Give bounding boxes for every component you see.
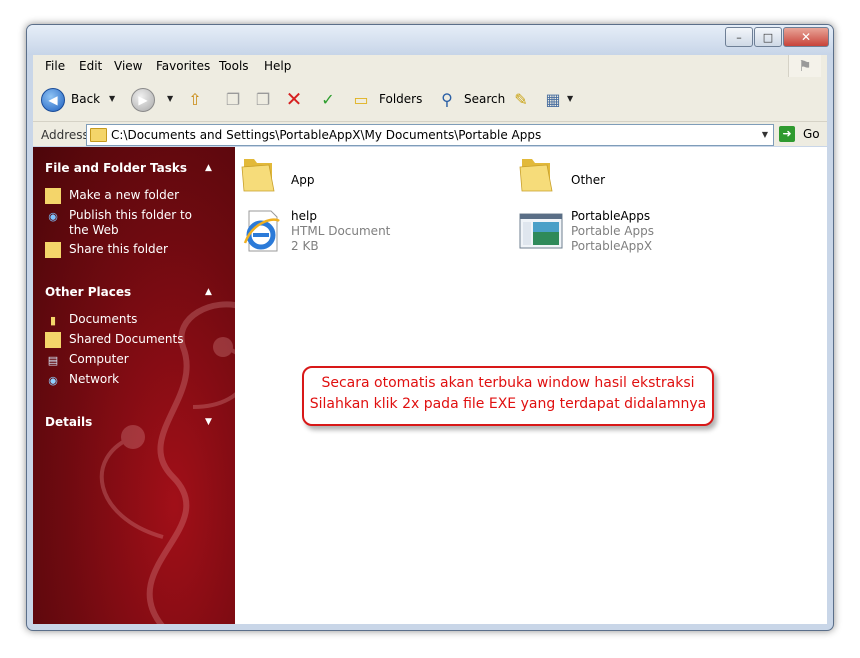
task-share-folder[interactable]: Share this folder bbox=[45, 242, 209, 258]
go-label: Go bbox=[803, 127, 820, 141]
file-description: Portable Apps bbox=[571, 224, 654, 238]
task-pane: File and Folder Tasks ▲ Make a new folde… bbox=[33, 147, 235, 624]
menu-edit[interactable]: Edit bbox=[79, 59, 102, 73]
delete-icon[interactable]: ✕ bbox=[284, 87, 304, 111]
go-arrow-icon: ➜ bbox=[779, 126, 795, 142]
folder-icon bbox=[519, 159, 553, 192]
title-bar[interactable]: – □ ✕ bbox=[27, 25, 833, 55]
menu-view[interactable]: View bbox=[114, 59, 142, 73]
copy-to-icon[interactable]: ❐ bbox=[253, 89, 273, 109]
views-icon[interactable]: ▦ bbox=[543, 89, 563, 109]
folders-button[interactable]: Folders bbox=[379, 92, 422, 106]
forward-dropdown-icon[interactable]: ▼ bbox=[167, 94, 173, 103]
minimize-icon: – bbox=[736, 30, 742, 44]
up-folder-icon[interactable]: ⇧ bbox=[185, 89, 205, 109]
file-company: PortableAppX bbox=[571, 239, 653, 253]
task-label: Make a new folder bbox=[69, 188, 180, 202]
menu-file[interactable]: File bbox=[45, 59, 65, 73]
address-dropdown-icon[interactable]: ▼ bbox=[757, 125, 773, 145]
menu-help[interactable]: Help bbox=[264, 59, 291, 73]
collapse-chevron-icon[interactable]: ▲ bbox=[205, 163, 212, 173]
file-name: App bbox=[291, 173, 315, 187]
shared-documents-icon bbox=[45, 332, 61, 348]
close-icon: ✕ bbox=[800, 30, 812, 44]
explorer-window: – □ ✕ File Edit View Favorites Tools Hel… bbox=[26, 24, 834, 631]
file-item-help[interactable]: help HTML Document 2 KB bbox=[241, 207, 441, 259]
search-icon[interactable]: ⚲ bbox=[437, 89, 457, 109]
folders-icon[interactable]: ▭ bbox=[351, 89, 371, 109]
annotation-callout: Secara otomatis akan terbuka window hasi… bbox=[302, 366, 714, 426]
file-item-portableapps[interactable]: PortableApps Portable Apps PortableAppX bbox=[519, 207, 719, 259]
menu-favorites[interactable]: Favorites bbox=[156, 59, 210, 73]
file-size: 2 KB bbox=[291, 239, 319, 253]
address-label: Address bbox=[41, 128, 89, 142]
publish-globe-icon: ◉ bbox=[48, 209, 58, 223]
file-type: HTML Document bbox=[291, 224, 391, 238]
minimize-button[interactable]: – bbox=[725, 27, 753, 47]
share-folder-icon bbox=[45, 242, 61, 258]
window-controls: – □ ✕ bbox=[724, 27, 829, 47]
address-bar: Address C:\Documents and Settings\Portab… bbox=[33, 122, 827, 146]
collapse-chevron-icon[interactable]: ▲ bbox=[205, 287, 212, 297]
forward-arrow-icon: ▶ bbox=[138, 93, 148, 107]
address-path[interactable]: C:\Documents and Settings\PortableAppX\M… bbox=[111, 128, 541, 142]
close-button[interactable]: ✕ bbox=[783, 27, 829, 47]
address-input[interactable]: C:\Documents and Settings\PortableAppX\M… bbox=[86, 124, 774, 146]
task-label: Publish this folder to the Web bbox=[69, 208, 192, 237]
place-label: Shared Documents bbox=[69, 332, 184, 346]
menu-bar: File Edit View Favorites Tools Help ⚑ bbox=[33, 55, 827, 78]
file-name: PortableApps bbox=[571, 209, 651, 223]
file-folder-tasks-title[interactable]: File and Folder Tasks bbox=[45, 161, 187, 175]
documents-icon: ▮ bbox=[49, 313, 57, 327]
undo-check-icon[interactable]: ✓ bbox=[318, 89, 338, 109]
place-label: Documents bbox=[69, 312, 138, 326]
go-button[interactable]: ➜ Go bbox=[779, 124, 821, 144]
back-dropdown-icon[interactable]: ▼ bbox=[109, 94, 115, 103]
move-to-icon[interactable]: ❐ bbox=[223, 89, 243, 109]
annotation-line-1: Secara otomatis akan terbuka window hasi… bbox=[321, 375, 695, 391]
task-label: Share this folder bbox=[69, 242, 168, 256]
task-make-folder[interactable]: Make a new folder bbox=[45, 188, 209, 204]
file-item-other[interactable]: Other bbox=[519, 153, 639, 203]
menu-tools[interactable]: Tools bbox=[219, 59, 249, 73]
windows-logo-icon: ⚑ bbox=[788, 55, 821, 77]
application-window-icon bbox=[519, 213, 563, 249]
place-shared-documents[interactable]: Shared Documents bbox=[45, 332, 209, 348]
back-button[interactable]: ◀ bbox=[41, 88, 65, 112]
folder-icon bbox=[241, 159, 275, 192]
task-publish-web[interactable]: ◉ Publish this folder to the Web bbox=[45, 208, 209, 238]
back-arrow-icon: ◀ bbox=[48, 93, 58, 107]
search-button[interactable]: Search bbox=[464, 92, 505, 106]
toolbar: ◀ Back ▼ ▶ ▼ ⇧ ❐ ❐ ✕ ✓ ▭ Folders ⚲ Searc… bbox=[33, 77, 827, 122]
forward-button[interactable]: ▶ bbox=[131, 88, 155, 112]
details-title[interactable]: Details bbox=[45, 415, 92, 429]
file-name: Other bbox=[571, 173, 606, 187]
internet-explorer-icon bbox=[243, 210, 280, 252]
back-label[interactable]: Back bbox=[71, 92, 100, 106]
maximize-icon: □ bbox=[762, 30, 774, 44]
place-label: Computer bbox=[69, 352, 129, 366]
tool-icon[interactable]: ✎ bbox=[511, 89, 531, 109]
maximize-button[interactable]: □ bbox=[754, 27, 782, 47]
computer-icon: ▤ bbox=[47, 353, 59, 367]
other-places-title[interactable]: Other Places bbox=[45, 285, 131, 299]
annotation-line-2: Silahkan klik 2x pada file EXE yang terd… bbox=[309, 396, 707, 412]
place-label: Network bbox=[69, 372, 120, 386]
place-documents[interactable]: ▮ Documents bbox=[45, 312, 209, 328]
network-globe-icon: ◉ bbox=[48, 373, 58, 387]
file-name: help bbox=[291, 209, 317, 223]
views-dropdown-icon[interactable]: ▼ bbox=[567, 94, 573, 103]
place-network[interactable]: ◉ Network bbox=[45, 372, 209, 388]
file-item-app[interactable]: App bbox=[241, 153, 361, 203]
expand-chevron-icon[interactable]: ▼ bbox=[205, 417, 212, 427]
folder-icon bbox=[90, 128, 107, 142]
place-computer[interactable]: ▤ Computer bbox=[45, 352, 209, 368]
new-folder-icon bbox=[45, 188, 61, 204]
